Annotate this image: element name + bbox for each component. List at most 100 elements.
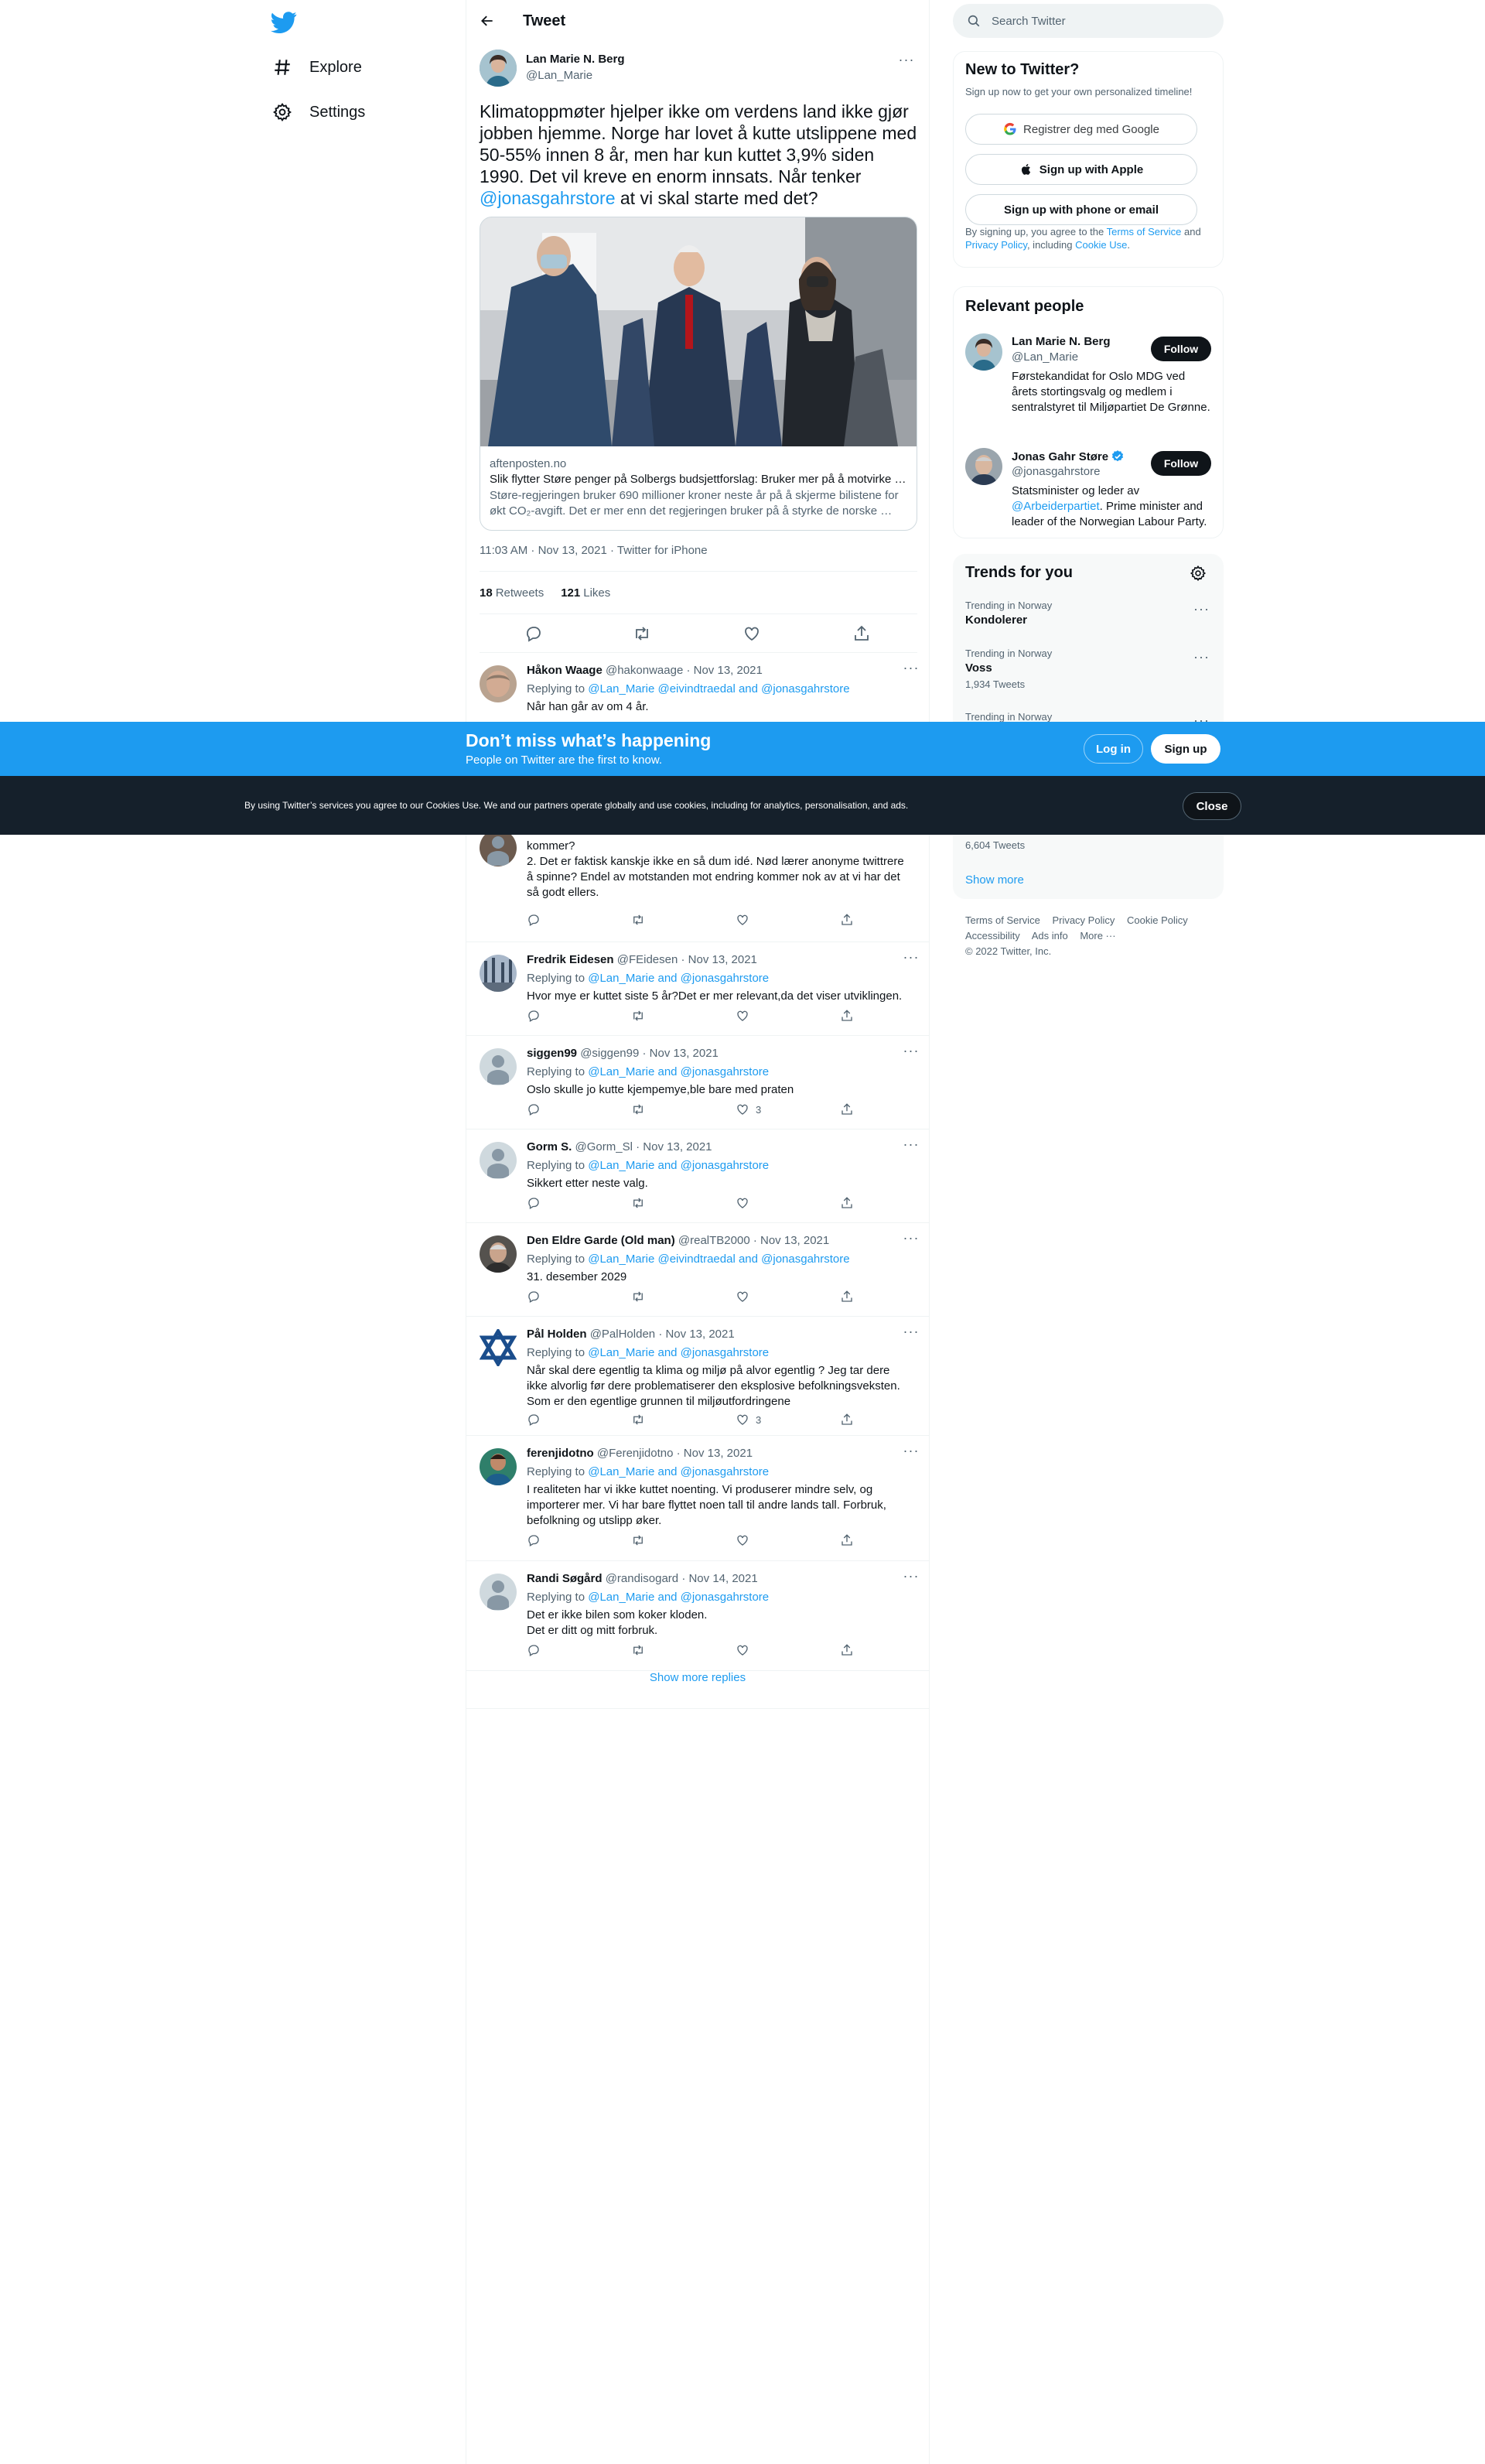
footer-link[interactable]: Ads info bbox=[1032, 930, 1068, 942]
author-name[interactable]: Den Eldre Garde (Old man) bbox=[527, 1234, 675, 1247]
reply-date[interactable]: · Nov 13, 2021 bbox=[636, 1140, 712, 1153]
replying-mentions[interactable]: @Lan_Marie and @jonasgahrstore bbox=[588, 972, 769, 985]
reply-tweet[interactable]: kommer? 2. Det er faktisk kanskje ikke e… bbox=[466, 829, 929, 942]
reply-icon[interactable] bbox=[524, 624, 543, 643]
avatar[interactable] bbox=[965, 333, 1002, 371]
retweets-label[interactable]: Retweets bbox=[496, 586, 544, 600]
person-handle[interactable]: @Lan_Marie bbox=[1012, 350, 1078, 364]
share-icon[interactable] bbox=[840, 1533, 854, 1547]
follow-button[interactable]: Follow bbox=[1151, 451, 1211, 476]
footer-link[interactable]: More ··· bbox=[1080, 930, 1115, 942]
reply-icon[interactable] bbox=[527, 1009, 541, 1023]
search-box[interactable] bbox=[953, 4, 1224, 38]
retweet-icon[interactable] bbox=[631, 1102, 645, 1116]
reply-icon[interactable] bbox=[527, 1102, 541, 1116]
more-options-icon[interactable]: ··· bbox=[902, 1137, 920, 1157]
like-icon[interactable]: 3 bbox=[736, 1102, 761, 1116]
replying-mentions[interactable]: @Lan_Marie and @jonasgahrstore bbox=[588, 1159, 769, 1172]
person-name[interactable]: Lan Marie N. Berg bbox=[1012, 335, 1111, 348]
likes-count[interactable]: 121 bbox=[561, 586, 580, 600]
author-name[interactable]: Gorm S. bbox=[527, 1140, 572, 1153]
author-handle[interactable]: @PalHolden bbox=[590, 1328, 655, 1341]
trend-item[interactable]: Trending in Norway Voss 1,934 Tweets ··· bbox=[954, 641, 1223, 695]
reply-date[interactable]: · Nov 14, 2021 bbox=[681, 1572, 757, 1585]
avatar[interactable] bbox=[480, 829, 517, 866]
person-item[interactable]: Lan Marie N. Berg @Lan_Marie Follow Førs… bbox=[965, 333, 1213, 434]
author-name[interactable]: Fredrik Eidesen bbox=[527, 953, 614, 966]
share-icon[interactable] bbox=[840, 1009, 854, 1023]
author-handle[interactable]: @Gorm_Sl bbox=[575, 1140, 633, 1153]
signup-button[interactable]: Sign up bbox=[1151, 734, 1220, 764]
more-options-icon[interactable]: ··· bbox=[902, 1444, 920, 1464]
reply-date[interactable]: · Nov 13, 2021 bbox=[686, 664, 762, 677]
more-options-icon[interactable]: ··· bbox=[1193, 649, 1210, 665]
author-name[interactable]: Lan Marie N. Berg bbox=[526, 53, 625, 66]
retweet-icon[interactable] bbox=[631, 1643, 645, 1657]
show-more-trends-link[interactable]: Show more bbox=[965, 873, 1024, 887]
show-more-replies-link[interactable]: Show more replies bbox=[466, 1671, 929, 1684]
more-options-icon[interactable]: ··· bbox=[902, 661, 920, 681]
avatar[interactable] bbox=[480, 665, 517, 702]
share-icon[interactable] bbox=[840, 1413, 854, 1427]
reply-tweet[interactable]: Pål Holden @PalHolden · Nov 13, 2021 ···… bbox=[466, 1317, 929, 1436]
back-arrow-icon[interactable] bbox=[476, 9, 499, 32]
avatar[interactable] bbox=[480, 1048, 517, 1085]
replying-mentions[interactable]: @Lan_Marie and @jonasgahrstore bbox=[588, 1346, 769, 1359]
replying-mentions[interactable]: @Lan_Marie and @jonasgahrstore bbox=[588, 1591, 769, 1604]
reply-tweet[interactable]: Fredrik Eidesen @FEidesen · Nov 13, 2021… bbox=[466, 942, 929, 1036]
like-icon[interactable] bbox=[736, 1196, 756, 1210]
apple-signup-button[interactable]: Sign up with Apple bbox=[965, 154, 1197, 185]
retweet-icon[interactable] bbox=[631, 1009, 645, 1023]
twitter-logo-icon[interactable] bbox=[271, 9, 297, 36]
retweet-icon[interactable] bbox=[631, 1196, 645, 1210]
retweets-count[interactable]: 18 bbox=[480, 586, 493, 600]
bio-mention-link[interactable]: @Arbeiderpartiet bbox=[1012, 500, 1100, 513]
avatar[interactable] bbox=[480, 1329, 517, 1366]
phone-signup-button[interactable]: Sign up with phone or email bbox=[965, 194, 1197, 225]
footer-link[interactable]: Accessibility bbox=[965, 930, 1020, 942]
reply-date[interactable]: · Nov 13, 2021 bbox=[677, 1447, 753, 1460]
author-handle[interactable]: @randisogard bbox=[606, 1572, 678, 1585]
terms-link[interactable]: Terms of Service bbox=[1107, 226, 1182, 238]
retweet-icon[interactable] bbox=[631, 913, 645, 927]
tweet-timestamp[interactable]: 11:03 AM · Nov 13, 2021 · Twitter for iP… bbox=[480, 544, 708, 557]
retweet-icon[interactable] bbox=[631, 1290, 645, 1304]
author-handle[interactable]: @realTB2000 bbox=[678, 1234, 750, 1247]
follow-button[interactable]: Follow bbox=[1151, 337, 1211, 361]
more-options-icon[interactable]: ··· bbox=[902, 1231, 920, 1251]
privacy-link[interactable]: Privacy Policy bbox=[965, 239, 1027, 251]
link-card[interactable]: aftenposten.no Slik flytter Støre penger… bbox=[480, 217, 917, 531]
reply-date[interactable]: · Nov 13, 2021 bbox=[753, 1234, 829, 1247]
more-options-icon[interactable]: ··· bbox=[1193, 601, 1210, 617]
like-icon[interactable] bbox=[736, 1009, 756, 1023]
more-options-icon[interactable]: ··· bbox=[902, 1324, 920, 1345]
reply-date[interactable]: · Nov 13, 2021 bbox=[681, 953, 757, 966]
author-name[interactable]: Pål Holden bbox=[527, 1328, 587, 1341]
author-name[interactable]: siggen99 bbox=[527, 1047, 577, 1060]
google-signup-button[interactable]: Registrer deg med Google bbox=[965, 114, 1197, 145]
more-options-icon[interactable]: ··· bbox=[897, 53, 916, 73]
reply-tweet[interactable]: Randi Søgård @randisogard · Nov 14, 2021… bbox=[466, 1561, 929, 1671]
avatar[interactable] bbox=[480, 1448, 517, 1485]
nav-item-settings[interactable]: Settings bbox=[271, 97, 365, 128]
like-icon[interactable] bbox=[736, 1643, 756, 1657]
author-name[interactable]: ferenjidotno bbox=[527, 1447, 594, 1460]
footer-link[interactable]: Privacy Policy bbox=[1052, 914, 1115, 926]
avatar[interactable] bbox=[480, 1574, 517, 1611]
share-icon[interactable] bbox=[840, 913, 854, 927]
more-options-icon[interactable]: ··· bbox=[902, 950, 920, 970]
share-icon[interactable] bbox=[852, 624, 871, 643]
close-cookie-button[interactable]: Close bbox=[1183, 792, 1241, 820]
nav-item-explore[interactable]: Explore bbox=[271, 52, 362, 83]
more-options-icon[interactable]: ··· bbox=[902, 1569, 920, 1589]
avatar[interactable] bbox=[480, 955, 517, 992]
reply-date[interactable]: · Nov 13, 2021 bbox=[658, 1328, 734, 1341]
reply-icon[interactable] bbox=[527, 1533, 541, 1547]
like-icon[interactable]: 3 bbox=[736, 1413, 761, 1427]
share-icon[interactable] bbox=[840, 1643, 854, 1657]
reply-tweet[interactable]: Gorm S. @Gorm_Sl · Nov 13, 2021 ··· Repl… bbox=[466, 1129, 929, 1223]
footer-link[interactable]: Cookie Policy bbox=[1127, 914, 1188, 926]
reply-date[interactable]: · Nov 13, 2021 bbox=[643, 1047, 719, 1060]
cookie-use-link[interactable]: Cookie Use bbox=[1075, 239, 1127, 251]
share-icon[interactable] bbox=[840, 1196, 854, 1210]
